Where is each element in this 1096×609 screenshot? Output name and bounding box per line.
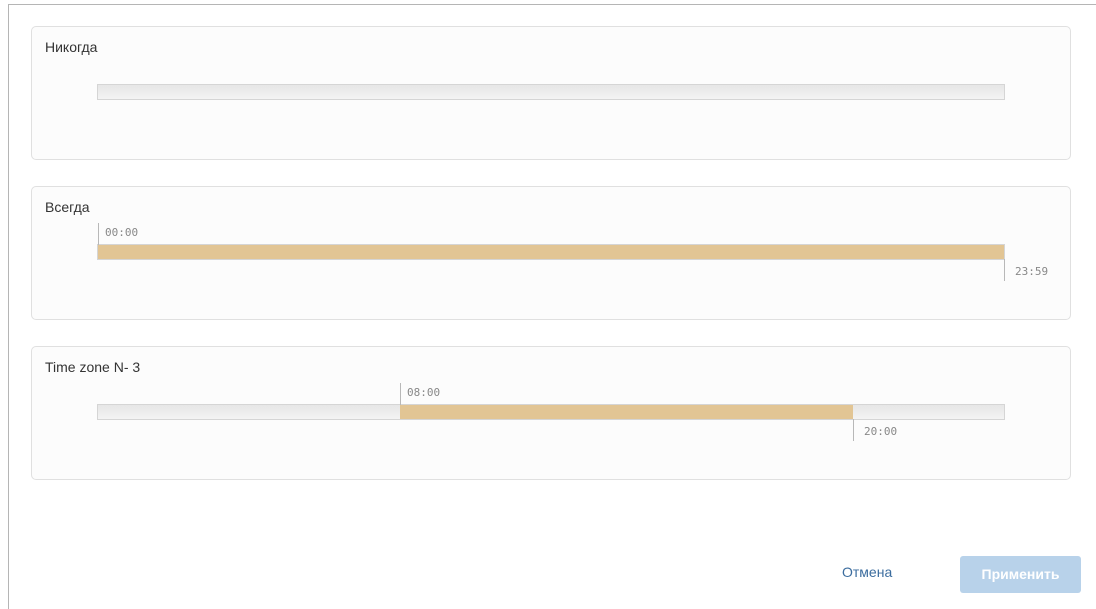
interval-fill [399, 405, 853, 419]
apply-button[interactable]: Применить [960, 556, 1081, 593]
timeline-track: 00:00 23:59 [97, 223, 1048, 281]
interval-start-marker [399, 383, 401, 405]
interval-fill [98, 245, 1004, 259]
zone-title: Никогда [45, 39, 98, 55]
zone-title: Всегда [45, 199, 90, 215]
time-zones-dialog: Никогда Всегда 00:00 23:59 Time zone N- … [8, 4, 1096, 609]
cancel-button[interactable]: Отмена [842, 564, 892, 580]
zone-card-never: Никогда [31, 26, 1071, 160]
interval-end-marker [1004, 259, 1005, 281]
zone-card-always: Всегда 00:00 23:59 [31, 186, 1071, 320]
timeline-track: 08:00 20:00 [97, 383, 1005, 441]
interval-end-time: 23:59 [1015, 265, 1049, 278]
zone-card-time-zone-3: Time zone N- 3 08:00 20:00 [31, 346, 1071, 480]
interval-start-time: 00:00 [105, 226, 139, 239]
interval-start-time: 08:00 [406, 386, 441, 399]
interval-end-time: 20:00 [863, 425, 898, 438]
interval-end-marker [852, 419, 854, 441]
zone-title: Time zone N- 3 [45, 359, 141, 375]
interval-start-marker [98, 223, 99, 245]
timeline-track [97, 84, 1005, 100]
